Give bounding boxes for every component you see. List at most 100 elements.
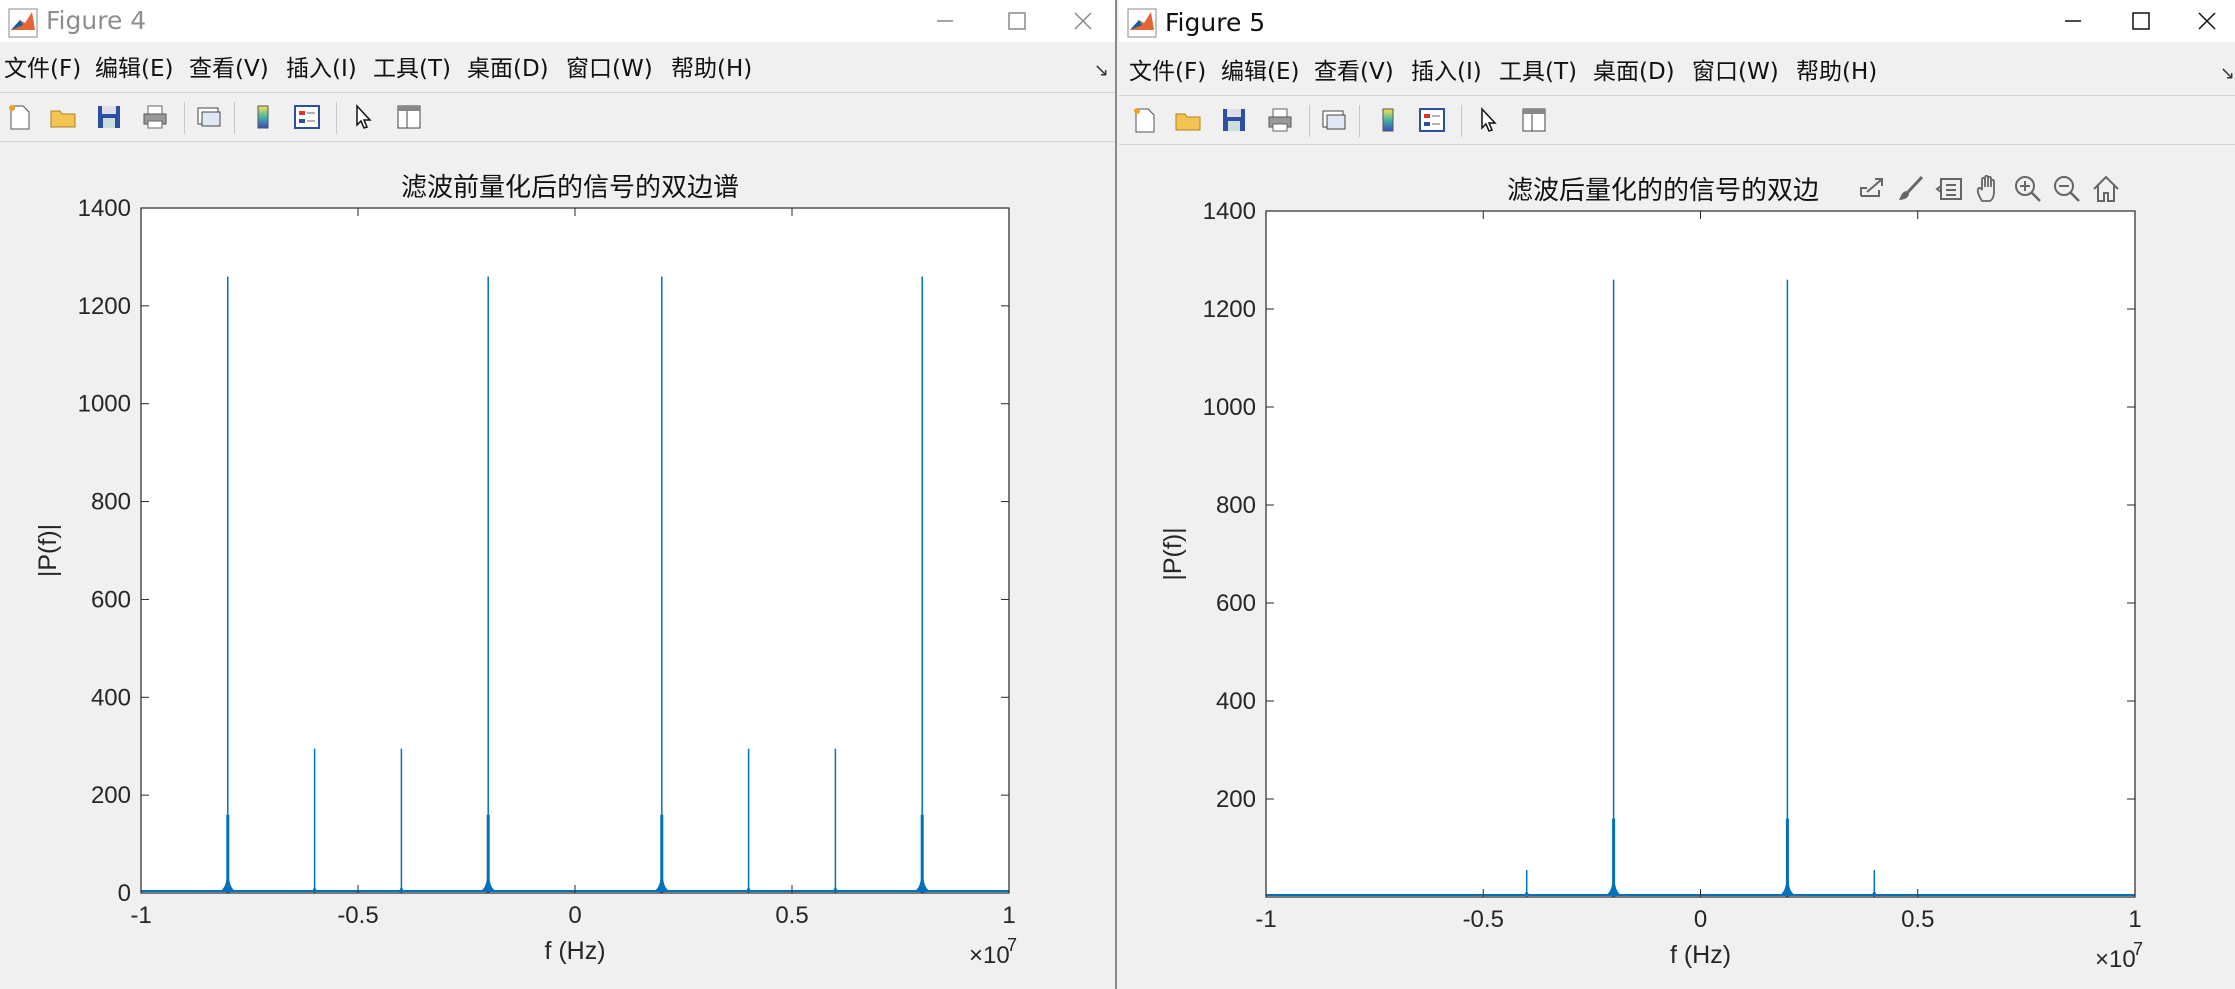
plot-background: [141, 208, 1009, 893]
plot-background: [1266, 211, 2135, 897]
new-file-icon: [9, 105, 30, 130]
x-exponent-label: ×10: [969, 942, 1010, 969]
open-folder-icon: [1175, 113, 1201, 131]
menu-view[interactable]: 查看(V): [1314, 57, 1394, 87]
brush-icon: [1899, 175, 1924, 200]
toolbar: [1119, 97, 2235, 143]
maximize-button[interactable]: [2109, 0, 2173, 42]
menu-window[interactable]: 窗口(W): [566, 54, 653, 84]
toolbar-divider: [184, 102, 185, 134]
close-icon: [1074, 12, 1092, 30]
menu-edit[interactable]: 编辑(E): [1221, 57, 1299, 87]
open-file-button[interactable]: [46, 100, 80, 134]
print-button[interactable]: [1263, 103, 1297, 137]
colorbar-button[interactable]: [1371, 103, 1405, 137]
printer-icon: [1268, 108, 1292, 132]
zoom-out-button[interactable]: [2050, 172, 2084, 206]
hand-icon: [1976, 174, 1995, 202]
y-tick-label: 600: [91, 586, 131, 613]
print-button[interactable]: [138, 100, 172, 134]
close-button[interactable]: [2175, 0, 2235, 42]
y-tick-label: 1400: [78, 195, 131, 222]
legend-button[interactable]: [290, 100, 324, 134]
zoom-in-button[interactable]: [2011, 172, 2045, 206]
y-axis-label: |P(f)|: [34, 524, 62, 577]
y-axis-label: |P(f)|: [1159, 527, 1187, 580]
window-title: Figure 4: [46, 6, 147, 35]
toolbar-divider: [1359, 105, 1360, 137]
link-plot-button[interactable]: [1317, 103, 1351, 137]
figure-5-window[interactable]: Figure 5 文件(F) 编辑(E) 查看(V) 插入(I) 工具(T) 桌…: [1119, 0, 2235, 989]
new-figure-button[interactable]: [1127, 103, 1161, 137]
close-button[interactable]: [1051, 0, 1115, 42]
print-preview-icon: [197, 107, 221, 127]
axes[interactable]: 0 200 400 600 800 1000 1200 1400 -1 -0.5 0 0.5 1 滤波前量…: [0, 142, 1115, 989]
menu-window[interactable]: 窗口(W): [1692, 57, 1779, 87]
minimize-icon: [937, 20, 953, 22]
menu-tools[interactable]: 工具(T): [373, 54, 451, 84]
new-figure-button[interactable]: [2, 100, 36, 134]
x-tick-label: -1: [1255, 906, 1276, 933]
y-tick-label: 200: [91, 782, 131, 809]
x-tick-label: -0.5: [1463, 906, 1504, 933]
edit-plot-button[interactable]: [1471, 103, 1505, 137]
y-tick-label: 1200: [1203, 296, 1256, 323]
legend-button[interactable]: [1415, 103, 1449, 137]
open-file-button[interactable]: [1171, 103, 1205, 137]
property-inspector-button[interactable]: [1517, 103, 1551, 137]
export-axes-button[interactable]: [1855, 172, 1889, 206]
menu-overflow-icon[interactable]: ↘: [1094, 60, 1109, 81]
x-axis-label: f (Hz): [544, 937, 605, 965]
link-plot-button[interactable]: [192, 100, 226, 134]
figure-4-window[interactable]: Figure 4 文件(F) 编辑(E) 查看(V) 插入(I) 工具(T) 桌…: [0, 0, 1117, 989]
save-button[interactable]: [92, 100, 126, 134]
colorbar-button[interactable]: [246, 100, 280, 134]
colorbar-icon: [257, 105, 269, 129]
minimize-button[interactable]: [913, 0, 977, 42]
menu-view[interactable]: 查看(V): [189, 54, 269, 84]
pan-button[interactable]: [1972, 172, 2006, 206]
menu-insert[interactable]: 插入(I): [1411, 57, 1482, 87]
legend-icon: [1419, 108, 1445, 132]
title-bar[interactable]: Figure 5: [1119, 0, 2235, 42]
menu-help[interactable]: 帮助(H): [671, 54, 752, 84]
menu-desktop[interactable]: 桌面(D): [1593, 57, 1675, 87]
menu-bar: 文件(F) 编辑(E) 查看(V) 插入(I) 工具(T) 桌面(D) 窗口(W…: [0, 52, 1115, 88]
menu-help[interactable]: 帮助(H): [1796, 57, 1877, 87]
menu-overflow-icon[interactable]: ↘: [2220, 63, 2235, 84]
chart-title: 滤波后量化的的信号的双边: [1507, 175, 1819, 205]
axes[interactable]: 200 400 600 800 1000 1200 1400 -1 -0.5 0 0.5 1 滤波后量化…: [1119, 145, 2235, 989]
edit-plot-button[interactable]: [346, 100, 380, 134]
pointer-icon: [1481, 107, 1497, 132]
y-tick-label: 200: [1216, 786, 1256, 813]
brush-button[interactable]: [1894, 172, 1928, 206]
minimize-button[interactable]: [2041, 0, 2105, 42]
zoom-out-icon: [2054, 176, 2080, 202]
datatip-icon: [1935, 178, 1962, 200]
menu-file[interactable]: 文件(F): [1129, 57, 1206, 87]
figure-canvas[interactable]: 0 200 400 600 800 1000 1200 1400 -1 -0.5 0 0.5 1 滤波前量…: [0, 142, 1115, 989]
menu-desktop[interactable]: 桌面(D): [467, 54, 549, 84]
x-tick-label: -0.5: [337, 902, 378, 929]
print-preview-icon: [1322, 110, 1346, 130]
toolbar: [0, 94, 1115, 140]
property-inspector-button[interactable]: [392, 100, 426, 134]
y-tick-label: 800: [91, 489, 131, 516]
maximize-button[interactable]: [985, 0, 1049, 42]
data-tips-button[interactable]: [1933, 172, 1967, 206]
y-tick-label: 0: [118, 880, 131, 907]
title-bar[interactable]: Figure 4: [0, 0, 1115, 42]
menu-edit[interactable]: 编辑(E): [95, 54, 173, 84]
colorbar-icon: [1382, 108, 1394, 132]
figure-canvas[interactable]: 200 400 600 800 1000 1200 1400 -1 -0.5 0 0.5 1 滤波后量化…: [1119, 145, 2235, 989]
toolbar-divider: [234, 102, 235, 134]
restore-view-button[interactable]: [2089, 172, 2123, 206]
menu-insert[interactable]: 插入(I): [286, 54, 357, 84]
menu-tools[interactable]: 工具(T): [1499, 57, 1577, 87]
save-button[interactable]: [1217, 103, 1251, 137]
toolbar-divider: [1461, 105, 1462, 137]
menu-file[interactable]: 文件(F): [4, 54, 81, 84]
minimize-icon: [2065, 20, 2081, 22]
matlab-icon: [1127, 8, 1157, 38]
y-tick-label: 1000: [1203, 394, 1256, 421]
